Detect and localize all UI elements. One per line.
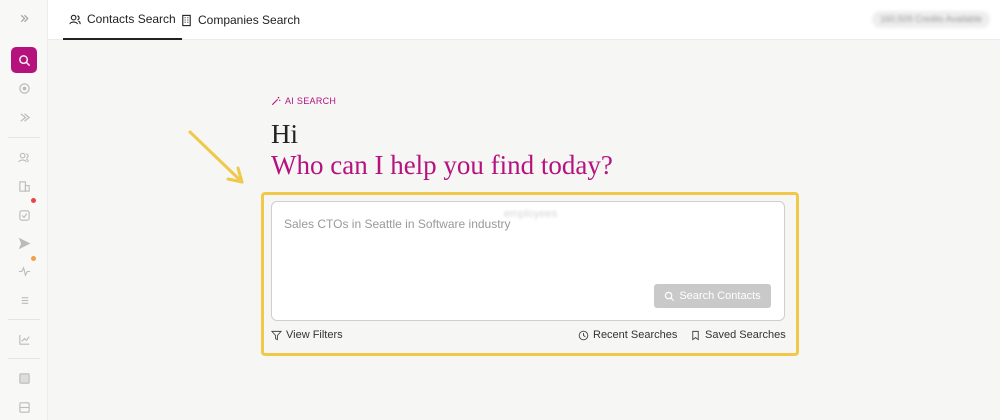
ghost-text: employees: [504, 208, 558, 220]
search-button-label: Search Contacts: [679, 290, 761, 302]
settings-icon[interactable]: [14, 397, 34, 417]
list-icon[interactable]: [14, 290, 34, 310]
activity-icon[interactable]: [14, 261, 34, 281]
top-bar: Contacts Search Companies Search 160,509…: [48, 0, 1000, 40]
sidebar-divider: [8, 319, 40, 320]
tasks-icon[interactable]: [14, 205, 34, 225]
search-icon: [665, 291, 675, 301]
companies-icon[interactable]: [14, 176, 34, 196]
target-icon[interactable]: [14, 78, 34, 98]
clock-icon: [578, 330, 589, 340]
sidebar: [0, 0, 48, 420]
users-icon: [69, 14, 81, 24]
magic-wand-icon: [271, 96, 281, 106]
sidebar-divider: [8, 137, 40, 138]
building-icon: [182, 14, 191, 26]
bookmark-icon: [692, 330, 699, 341]
expand-icon[interactable]: [14, 8, 34, 28]
grid-icon[interactable]: [14, 368, 34, 388]
search-placeholder: Sales CTOs in Seattle in Software indust…: [284, 217, 511, 231]
arrow-annotation: [188, 130, 244, 184]
saved-searches-label: Saved Searches: [705, 329, 786, 341]
sidebar-divider: [8, 358, 40, 359]
recent-searches-label: Recent Searches: [593, 329, 678, 341]
view-filters-label: View Filters: [286, 329, 343, 341]
tab-label: Contacts Search: [87, 12, 176, 26]
greeting: Hi: [271, 119, 298, 149]
credits-badge: 160,509 Credits Available: [872, 11, 990, 28]
filter-icon: [271, 330, 282, 340]
search-contacts-button[interactable]: Search Contacts: [654, 284, 771, 308]
notification-dot: [31, 198, 36, 203]
tab-label: Companies Search: [198, 13, 301, 27]
send-icon[interactable]: [14, 233, 34, 253]
recent-searches-link[interactable]: Recent Searches: [578, 329, 677, 341]
people-icon[interactable]: [14, 147, 34, 167]
page-subtitle: Who can I help you find today?: [271, 150, 613, 180]
search-icon[interactable]: [11, 47, 37, 73]
ai-search-text: AI SEARCH: [285, 96, 337, 106]
ai-search-label: AI SEARCH: [271, 96, 336, 106]
notification-dot: [31, 256, 36, 261]
view-filters-link[interactable]: View Filters: [271, 329, 343, 341]
sequence-icon[interactable]: [14, 107, 34, 127]
saved-searches-link[interactable]: Saved Searches: [690, 329, 786, 341]
tab-contacts-search[interactable]: Contacts Search: [63, 0, 182, 40]
tab-companies-search[interactable]: Companies Search: [180, 0, 300, 40]
ai-search-input[interactable]: Sales CTOs in Seattle in Software indust…: [271, 201, 785, 321]
analytics-icon[interactable]: [14, 329, 34, 349]
